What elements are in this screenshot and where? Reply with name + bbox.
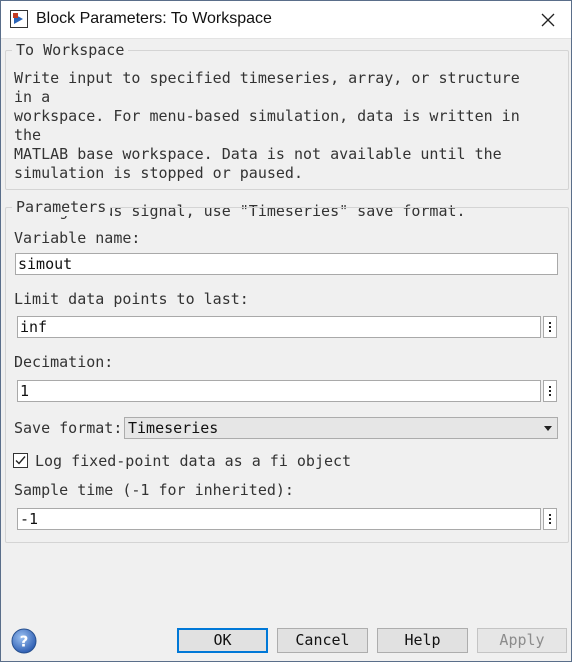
- log-fixed-point-label[interactable]: Log fixed-point data as a fi object: [35, 452, 351, 470]
- sample-time-input[interactable]: -1: [17, 508, 541, 530]
- close-icon: [541, 13, 555, 26]
- parameters-group-legend: Parameters: [12, 198, 111, 216]
- close-button[interactable]: [525, 1, 571, 38]
- variable-name-label: Variable name:: [14, 229, 141, 247]
- help-icon[interactable]: ?: [11, 628, 37, 654]
- cancel-button[interactable]: Cancel: [277, 628, 368, 653]
- limit-data-points-label: Limit data points to last:: [14, 290, 249, 308]
- sample-time-label: Sample time (-1 for inherited):: [14, 481, 294, 499]
- decimation-menu-button[interactable]: [543, 380, 557, 402]
- decimation-label: Decimation:: [14, 353, 114, 371]
- save-format-value: Timeseries: [128, 419, 219, 437]
- simulink-block-icon: [10, 10, 28, 28]
- title-bar: Block Parameters: To Workspace: [1, 1, 571, 39]
- decimation-input[interactable]: 1: [17, 380, 541, 402]
- dialog-window: Block Parameters: To Workspace To Worksp…: [0, 0, 572, 662]
- svg-text:?: ?: [20, 633, 29, 651]
- log-fixed-point-checkbox[interactable]: [13, 453, 28, 468]
- save-format-label: Save format:: [14, 419, 123, 437]
- window-title: Block Parameters: To Workspace: [36, 10, 272, 27]
- sample-time-menu-button[interactable]: [543, 508, 557, 530]
- description-group: To Workspace Write input to specified ti…: [5, 41, 569, 220]
- ok-button[interactable]: OK: [177, 628, 268, 653]
- limit-data-points-menu-button[interactable]: [543, 316, 557, 338]
- save-format-select[interactable]: Timeseries: [124, 417, 558, 439]
- help-button[interactable]: Help: [377, 628, 468, 653]
- description-group-legend: To Workspace: [12, 41, 129, 59]
- variable-name-input[interactable]: simout: [15, 253, 558, 275]
- chevron-down-icon: [544, 426, 552, 431]
- limit-data-points-input[interactable]: inf: [17, 316, 541, 338]
- apply-button[interactable]: Apply: [477, 628, 567, 653]
- checkmark-icon: [15, 456, 26, 465]
